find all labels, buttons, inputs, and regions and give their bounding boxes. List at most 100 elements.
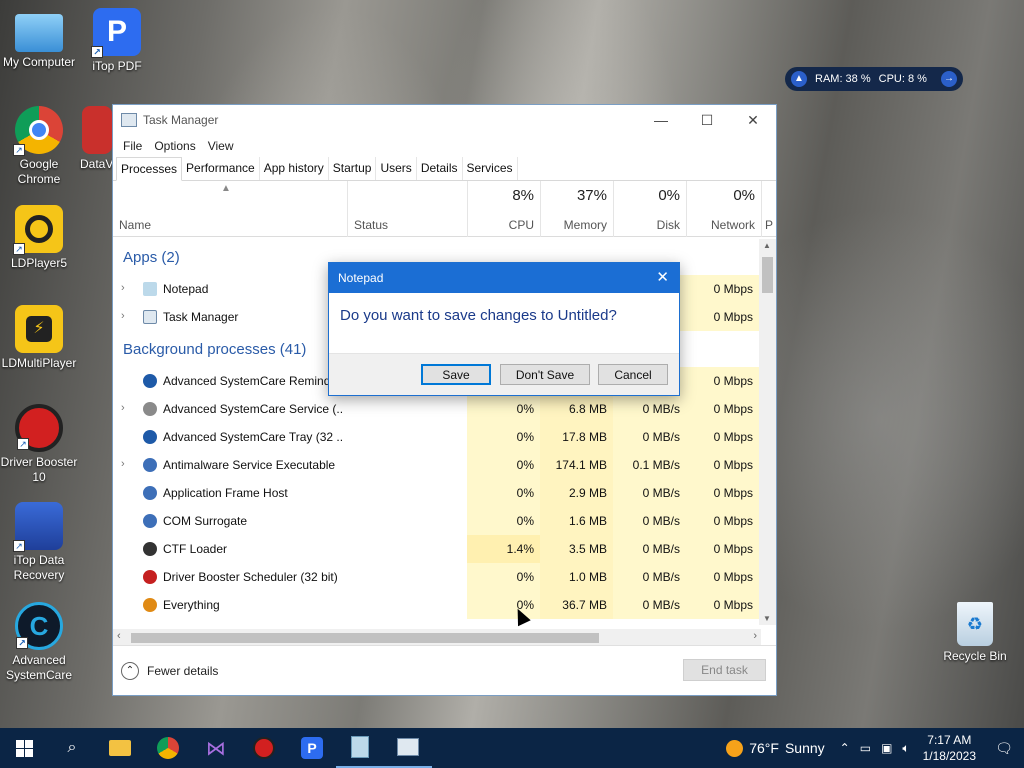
save-button[interactable]: Save [421, 364, 491, 385]
column-memory[interactable]: 37% Memory [540, 181, 613, 237]
table-row[interactable]: › Antimalware Service Executable 0% 174.1 M… [113, 451, 761, 479]
menu-bar: File Options View [113, 135, 776, 157]
title-bar[interactable]: Task Manager — ☐ ✕ [113, 105, 776, 135]
scroll-up-icon[interactable]: ▲ [763, 241, 771, 250]
taskbar-task-manager[interactable] [384, 728, 432, 768]
visual-studio-icon: ⋈ [206, 737, 226, 760]
driver-booster-icon: ↗ [15, 404, 63, 452]
column-power[interactable]: P [761, 181, 776, 237]
system-tray: 76°F Sunny ⌃ ▭ ▣ 🔈︎ 7:17 AM 1/18/2023 🗨︎ [726, 728, 1024, 768]
desktop-icon-recycle-bin[interactable]: ♻ Recycle Bin [936, 602, 1014, 664]
table-row[interactable]: Application Frame Host 0% 2.9 MB 0 MB/s 0 Mb… [113, 479, 761, 507]
desktop-icon-label: My Computer [2, 55, 76, 69]
data-recovery-icon: ↗ [13, 502, 63, 552]
chevron-up-icon[interactable]: ⌃ [835, 741, 855, 755]
column-network[interactable]: 0% Network [686, 181, 761, 237]
dialog-title-bar[interactable]: Notepad ✕ [329, 263, 679, 293]
clock[interactable]: 7:17 AM 1/18/2023 [915, 732, 984, 764]
desktop-icon-ldplayer5[interactable]: ↗ LDPlayer5 [0, 205, 78, 271]
scroll-thumb[interactable] [131, 633, 599, 643]
desktop-icon-my-computer[interactable]: My Computer [0, 8, 78, 70]
sun-icon [726, 739, 744, 757]
close-icon[interactable]: ✕ [656, 263, 669, 293]
taskbar-visual-studio[interactable]: ⋈ [192, 728, 240, 768]
desktop-icon-datav[interactable]: DataV [72, 106, 112, 172]
tab-startup[interactable]: Startup [329, 157, 377, 180]
tablet-icon[interactable]: ▭ [855, 741, 876, 755]
desktop-icon-chrome[interactable]: ↗ Google Chrome [0, 106, 78, 187]
cancel-button[interactable]: Cancel [598, 364, 668, 385]
ldplayer-icon: ↗ [13, 205, 63, 255]
footer: ⌃ Fewer details End task [113, 645, 776, 695]
start-button[interactable] [0, 728, 48, 768]
desktop-icon-ldmultiplayer[interactable]: ⚡ LDMultiPlayer [0, 305, 78, 371]
maximize-icon[interactable]: ☐ [684, 105, 730, 135]
menu-options[interactable]: Options [150, 135, 199, 157]
weather-temp: 76°F [749, 740, 779, 756]
arrow-right-icon[interactable]: → [941, 71, 957, 87]
dialog-message: Do you want to save changes to Untitled? [340, 307, 617, 324]
table-row[interactable]: Driver Booster Scheduler (32 bit) 0% 1.0 M… [113, 563, 761, 591]
desktop-icon-itop-pdf[interactable]: P ↗ iTop PDF [78, 8, 156, 74]
scroll-thumb[interactable] [762, 257, 773, 293]
desktop-icon-advanced-systemcare[interactable]: C ↗ Advanced SystemCare [0, 602, 78, 683]
table-row[interactable]: Everything 0% 36.7 MB 0 MB/s 0 Mbps [113, 591, 761, 619]
network-icon[interactable]: ▣ [876, 741, 897, 755]
task-manager-icon [397, 738, 419, 756]
scroll-left-icon[interactable]: ‹ [117, 630, 121, 642]
tab-app-history[interactable]: App history [260, 157, 329, 180]
taskbar-driver-booster[interactable] [240, 728, 288, 768]
column-status[interactable]: Status [347, 181, 467, 237]
driver-booster-icon [253, 737, 275, 759]
expand-chevron-icon[interactable]: › [121, 310, 125, 322]
pdf-icon: P ↗ [91, 8, 141, 58]
desktop-icon-label: LDPlayer5 [10, 256, 68, 270]
column-header-row: ▲ Name Status 8% CPU 37% Memory 0% Disk … [113, 181, 776, 237]
column-name[interactable]: ▲ Name [113, 181, 347, 237]
scroll-down-icon[interactable]: ▼ [763, 614, 771, 623]
vertical-scrollbar[interactable]: ▲ ▼ [759, 239, 776, 625]
menu-view[interactable]: View [204, 135, 238, 157]
process-icon [143, 486, 157, 500]
tab-users[interactable]: Users [376, 157, 417, 180]
tab-details[interactable]: Details [417, 157, 463, 180]
taskbar-itop-pdf[interactable]: P [288, 728, 336, 768]
app-icon [82, 106, 112, 154]
fewer-details-button[interactable]: ⌃ Fewer details [121, 662, 218, 680]
close-icon[interactable]: ✕ [730, 105, 776, 135]
tab-services[interactable]: Services [463, 157, 518, 180]
weather-widget[interactable]: 76°F Sunny [726, 739, 825, 757]
expand-chevron-icon[interactable]: › [121, 282, 125, 294]
scroll-right-icon[interactable]: › [753, 630, 757, 642]
taskbar-chrome[interactable] [144, 728, 192, 768]
dont-save-button[interactable]: Don't Save [500, 364, 590, 385]
expand-chevron-icon[interactable]: › [121, 402, 125, 414]
resource-monitor-widget[interactable]: ▲ RAM: 38 % CPU: 8 % → [785, 67, 963, 91]
tab-performance[interactable]: Performance [182, 157, 260, 180]
process-icon [143, 458, 157, 472]
process-icon [143, 598, 157, 612]
desktop-icon-itop-data-recovery[interactable]: ↗ iTop Data Recovery [0, 502, 78, 583]
desktop-icon-driver-booster[interactable]: ↗ Driver Booster 10 [0, 404, 78, 485]
rocket-icon: ▲ [791, 71, 807, 87]
expand-chevron-icon[interactable]: › [121, 458, 125, 470]
column-disk[interactable]: 0% Disk [613, 181, 686, 237]
horizontal-scrollbar[interactable]: ‹ › [113, 629, 761, 646]
column-cpu[interactable]: 8% CPU [467, 181, 540, 237]
taskbar-notepad[interactable] [336, 728, 384, 768]
end-task-button[interactable]: End task [683, 659, 766, 681]
notification-icon[interactable]: 🗨︎ [984, 740, 1024, 757]
minimize-icon[interactable]: — [638, 105, 684, 135]
taskbar-file-explorer[interactable] [96, 728, 144, 768]
sort-arrow-icon: ▲ [221, 183, 231, 194]
table-row[interactable]: COM Surrogate 0% 1.6 MB 0 MB/s 0 Mbps [113, 507, 761, 535]
save-changes-dialog: Notepad ✕ Do you want to save changes to… [328, 262, 680, 396]
table-row[interactable]: CTF Loader 1.4% 3.5 MB 0 MB/s 0 Mbps [113, 535, 761, 563]
search-button[interactable]: ⌕ [48, 728, 96, 768]
notepad-icon [143, 282, 157, 296]
tab-processes[interactable]: Processes [116, 157, 183, 181]
menu-file[interactable]: File [119, 135, 146, 157]
volume-icon[interactable]: 🔈︎ [897, 741, 914, 756]
table-row[interactable]: › Advanced SystemCare Service (... 0% 6.8 M… [113, 395, 761, 423]
table-row[interactable]: Advanced SystemCare Tray (32 ... 0% 17.8 M… [113, 423, 761, 451]
